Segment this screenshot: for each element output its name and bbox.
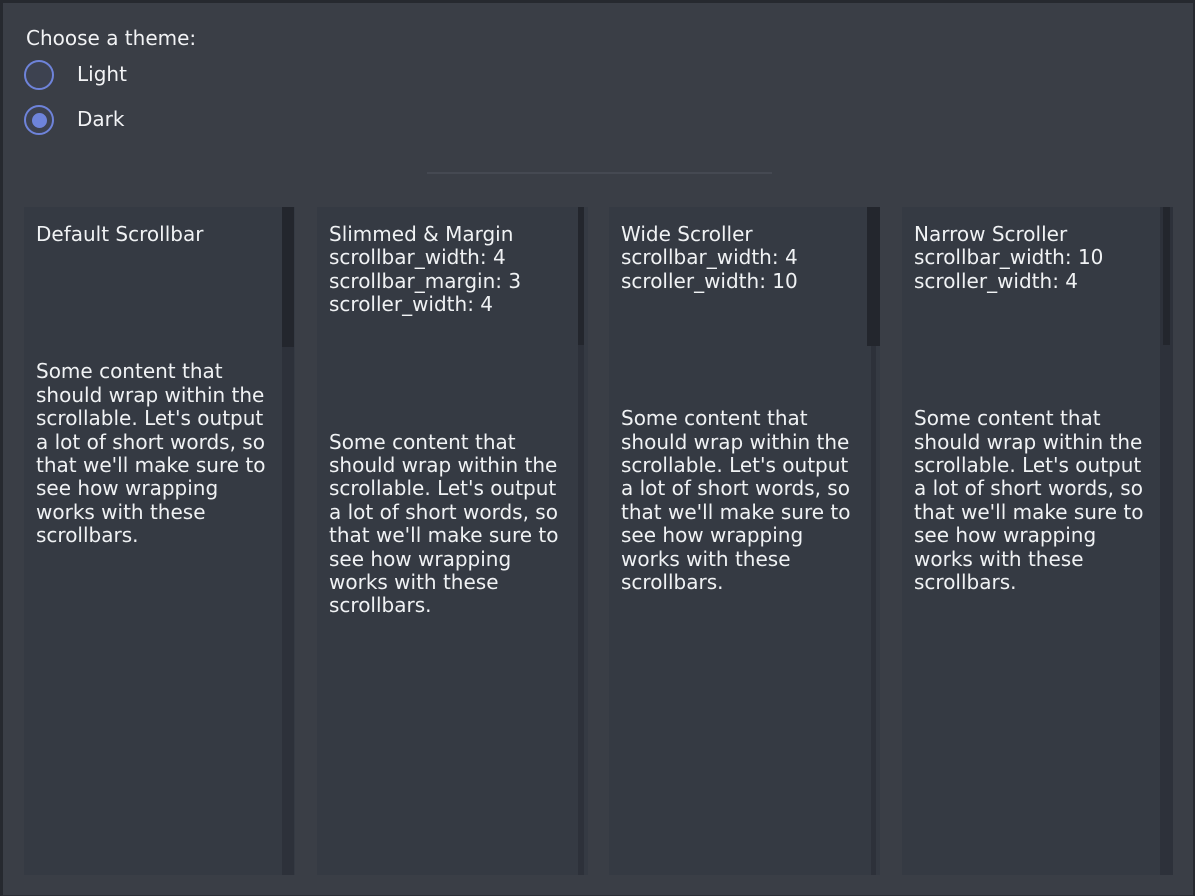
panel-default-scrollbar[interactable]: Default Scrollbar Some content that shou… xyxy=(24,207,295,875)
radio-light-icon[interactable] xyxy=(24,60,54,90)
radio-dark-dot xyxy=(32,113,47,128)
panel-body-text: Some content that should wrap within the… xyxy=(36,360,274,547)
panel-content: Narrow Scroller scrollbar_width: 10 scro… xyxy=(902,207,1173,594)
scrollbar-thumb[interactable] xyxy=(867,207,880,346)
panel-param: scrollbar_width: 10 xyxy=(914,246,1161,269)
panel-title: Wide Scroller xyxy=(621,223,868,246)
radio-option-light[interactable]: Light xyxy=(24,60,127,90)
panel-title: Narrow Scroller xyxy=(914,223,1161,246)
scrollbar-thumb[interactable] xyxy=(578,207,584,345)
panel-content: Wide Scroller scrollbar_width: 4 scrolle… xyxy=(609,207,880,594)
panel-param: scroller_width: 10 xyxy=(621,270,868,293)
panel-body-text: Some content that should wrap within the… xyxy=(914,407,1152,594)
radio-dark-label[interactable]: Dark xyxy=(77,108,124,131)
panel-param: scrollbar_width: 4 xyxy=(329,246,576,269)
panel-param: scroller_width: 4 xyxy=(329,293,576,316)
panel-header: Default Scrollbar xyxy=(36,223,283,246)
scrollbar-thumb[interactable] xyxy=(1163,207,1170,345)
panel-param: scroller_width: 4 xyxy=(914,270,1161,293)
panel-slimmed-margin[interactable]: Slimmed & Margin scrollbar_width: 4 scro… xyxy=(317,207,588,875)
panel-content: Slimmed & Margin scrollbar_width: 4 scro… xyxy=(317,207,588,618)
panel-content: Default Scrollbar Some content that shou… xyxy=(24,207,295,548)
panel-title: Default Scrollbar xyxy=(36,223,283,246)
panel-header: Wide Scroller scrollbar_width: 4 scrolle… xyxy=(621,223,868,293)
panel-wide-scroller[interactable]: Wide Scroller scrollbar_width: 4 scrolle… xyxy=(609,207,880,875)
app-window: Choose a theme: Light Dark Default Scrol… xyxy=(0,0,1195,896)
panel-param: scrollbar_width: 4 xyxy=(621,246,868,269)
radio-light-dot xyxy=(32,68,47,83)
panel-body-text: Some content that should wrap within the… xyxy=(621,407,859,594)
theme-chooser-label: Choose a theme: xyxy=(26,27,196,50)
panel-header: Narrow Scroller scrollbar_width: 10 scro… xyxy=(914,223,1161,293)
radio-light-label[interactable]: Light xyxy=(77,63,127,86)
radio-dark-icon[interactable] xyxy=(24,105,54,135)
section-divider xyxy=(427,172,772,174)
panel-title: Slimmed & Margin xyxy=(329,223,576,246)
panel-param: scrollbar_margin: 3 xyxy=(329,270,576,293)
panel-body-text: Some content that should wrap within the… xyxy=(329,431,567,618)
radio-option-dark[interactable]: Dark xyxy=(24,105,124,135)
panel-narrow-scroller[interactable]: Narrow Scroller scrollbar_width: 10 scro… xyxy=(902,207,1173,875)
panel-header: Slimmed & Margin scrollbar_width: 4 scro… xyxy=(329,223,576,317)
scrollbar-thumb[interactable] xyxy=(282,207,294,347)
